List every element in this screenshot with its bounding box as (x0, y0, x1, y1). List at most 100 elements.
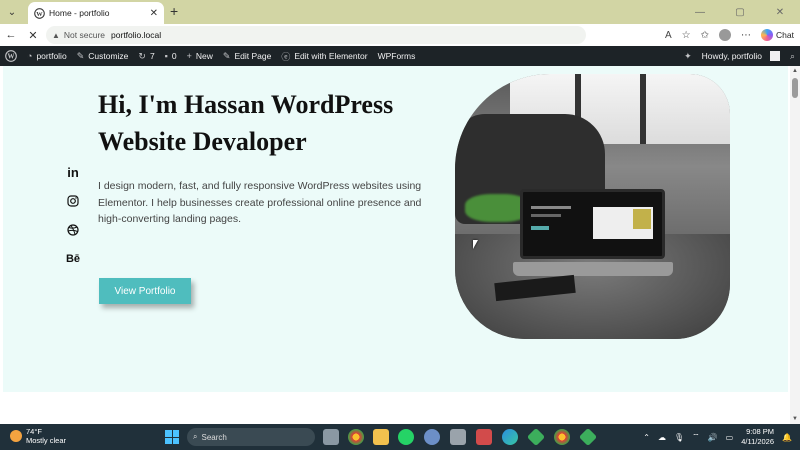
wp-updates[interactable]: ↻ 7 (133, 46, 159, 66)
edge-icon[interactable] (502, 429, 518, 445)
clock[interactable]: 9:08 PM 4/11/2026 (741, 427, 774, 447)
url-text[interactable]: portfolio.local (111, 30, 161, 40)
taskbar-search[interactable]: ⌕ Search (187, 428, 315, 446)
elementor-icon: ⓔ (281, 51, 291, 62)
wordpress-logo-icon: W (5, 50, 17, 62)
windows-taskbar: 74°F Mostly clear ⌕ Search ⌃ ☁ 🎙 ⌔ 🔊 ▭ 9… (0, 424, 800, 450)
onedrive-cloud-icon[interactable]: ☁ (658, 433, 666, 442)
scroll-up-arrow-icon[interactable]: ▲ (790, 66, 800, 76)
battery-icon[interactable]: ▭ (726, 433, 734, 442)
maximize-button[interactable]: ▢ (720, 0, 760, 24)
wp-admin-bar: W ◔ portfolio ✎ Customize ↻ 7 ▪ 0 + New … (0, 46, 800, 66)
profile-avatar-icon[interactable] (719, 29, 732, 41)
local-app-icon[interactable] (578, 427, 598, 447)
tab-close-icon[interactable]: ✕ (150, 8, 158, 19)
clock-time: 9:08 PM (746, 427, 775, 436)
weather-condition: Mostly clear (26, 436, 67, 445)
wp-customize[interactable]: ✎ Customize (72, 46, 134, 66)
read-aloud-icon[interactable]: A (665, 30, 672, 41)
linkedin-icon[interactable]: in (63, 164, 83, 180)
instagram-icon[interactable] (63, 193, 83, 209)
search-icon: ⌕ (789, 50, 795, 61)
dashboard-icon: ◔ (27, 51, 33, 61)
wp-edit-elementor[interactable]: ⓔ Edit with Elementor (276, 46, 372, 66)
wp-edit-page[interactable]: ✎ Edit Page (218, 46, 276, 66)
tray-expand-icon[interactable]: ⌃ (643, 433, 650, 442)
site-name-label: portfolio (36, 51, 67, 61)
updates-icon: ↻ (138, 50, 146, 61)
new-tab-button[interactable]: + (170, 3, 178, 19)
close-window-button[interactable]: ✕ (760, 0, 800, 24)
mouse-cursor-icon (473, 240, 478, 249)
favorites-icon[interactable]: ✩ (701, 30, 709, 41)
warning-icon[interactable]: ▲ (52, 31, 60, 40)
clock-date: 4/11/2026 (741, 437, 775, 446)
wordpress-favicon-icon: W (34, 7, 45, 19)
local-app-icon[interactable] (526, 427, 546, 447)
wp-howdy[interactable]: Howdy, portfolio (697, 46, 785, 66)
address-bar[interactable]: ▲ Not secure portfolio.local (46, 26, 586, 44)
search-icon: ⌕ (193, 432, 198, 441)
dribbble-icon[interactable] (63, 222, 83, 238)
pencil-icon: ✎ (222, 50, 231, 61)
settings-gear-icon[interactable] (424, 429, 440, 445)
user-avatar (769, 51, 780, 61)
page-viewport: Hi, I'm Hassan WordPress Website Devalop… (0, 66, 800, 424)
plus-icon: + (186, 51, 192, 61)
chrome-icon[interactable] (348, 429, 364, 445)
behance-icon[interactable]: Bē (63, 251, 83, 267)
copilot-icon (761, 29, 774, 41)
page-scrollbar[interactable]: ▲ ▼ (790, 66, 800, 424)
volume-icon[interactable]: 🔊 (708, 433, 718, 442)
minimize-button[interactable]: — (680, 0, 720, 24)
sparkle-icon: ✦ (684, 50, 692, 61)
svg-text:W: W (36, 10, 43, 17)
favorite-star-icon[interactable]: ☆ (682, 30, 691, 41)
wp-new[interactable]: + New (182, 46, 218, 66)
tab-title: Home - portfolio (49, 8, 110, 18)
comment-icon: ▪ (164, 51, 168, 61)
more-menu-icon[interactable]: ⋯ (741, 30, 751, 41)
search-label: Search (201, 432, 227, 442)
wp-comments[interactable]: ▪ 0 (160, 46, 182, 66)
tab-home-portfolio[interactable]: W Home - portfolio ✕ (28, 2, 164, 24)
screen-button (531, 226, 549, 230)
task-view-icon[interactable] (323, 429, 339, 445)
system-tray: ⌃ ☁ 🎙 ⌔ 🔊 ▭ 9:08 PM 4/11/2026 🔔 (643, 424, 792, 450)
microphone-icon[interactable]: 🎙 (674, 433, 684, 442)
tab-actions-menu-icon[interactable]: ⌄ (0, 0, 24, 24)
wp-site-name[interactable]: ◔ portfolio (22, 46, 72, 66)
wifi-icon[interactable]: ⌔ (692, 432, 700, 442)
wp-search[interactable]: ⌕ (785, 46, 800, 66)
whatsapp-icon[interactable] (398, 429, 414, 445)
file-explorer-icon[interactable] (373, 429, 389, 445)
chrome-profile-icon[interactable] (554, 429, 570, 445)
ai-sparkle-button[interactable]: ✦ (679, 46, 697, 66)
app-icon[interactable] (476, 429, 492, 445)
notification-bell-icon[interactable]: 🔔 (782, 433, 792, 442)
screen-text-line (531, 206, 571, 209)
hero-description: I design modern, fast, and fully respons… (98, 180, 422, 225)
not-secure-label[interactable]: Not secure (64, 30, 105, 40)
start-button-icon[interactable] (165, 430, 179, 444)
loading-stop-icon[interactable]: ✕ (22, 24, 44, 46)
screen-accent (633, 209, 651, 229)
store-icon[interactable] (450, 429, 466, 445)
hero-section: Hi, I'm Hassan WordPress Website Devalop… (3, 66, 788, 392)
view-portfolio-button[interactable]: View Portfolio (99, 278, 191, 304)
back-icon[interactable]: ← (0, 24, 22, 46)
wp-logo-button[interactable]: W (0, 46, 22, 66)
weather-widget[interactable]: 74°F Mostly clear (10, 427, 66, 445)
edit-elementor-label: Edit with Elementor (294, 51, 368, 61)
photo-window-frame (640, 74, 646, 144)
browser-tab-strip: ⌄ W Home - portfolio ✕ + — ▢ ✕ (0, 0, 800, 24)
scroll-thumb[interactable] (792, 78, 798, 98)
customize-label: Customize (88, 51, 129, 61)
edit-page-label: Edit Page (234, 51, 272, 61)
scroll-down-arrow-icon[interactable]: ▼ (790, 414, 800, 424)
chat-label: Chat (776, 30, 794, 40)
copilot-chat-button[interactable]: Chat (761, 29, 794, 41)
weather-moon-icon (10, 430, 22, 442)
svg-text:W: W (8, 53, 15, 61)
wp-wpforms[interactable]: WPForms (373, 46, 421, 66)
